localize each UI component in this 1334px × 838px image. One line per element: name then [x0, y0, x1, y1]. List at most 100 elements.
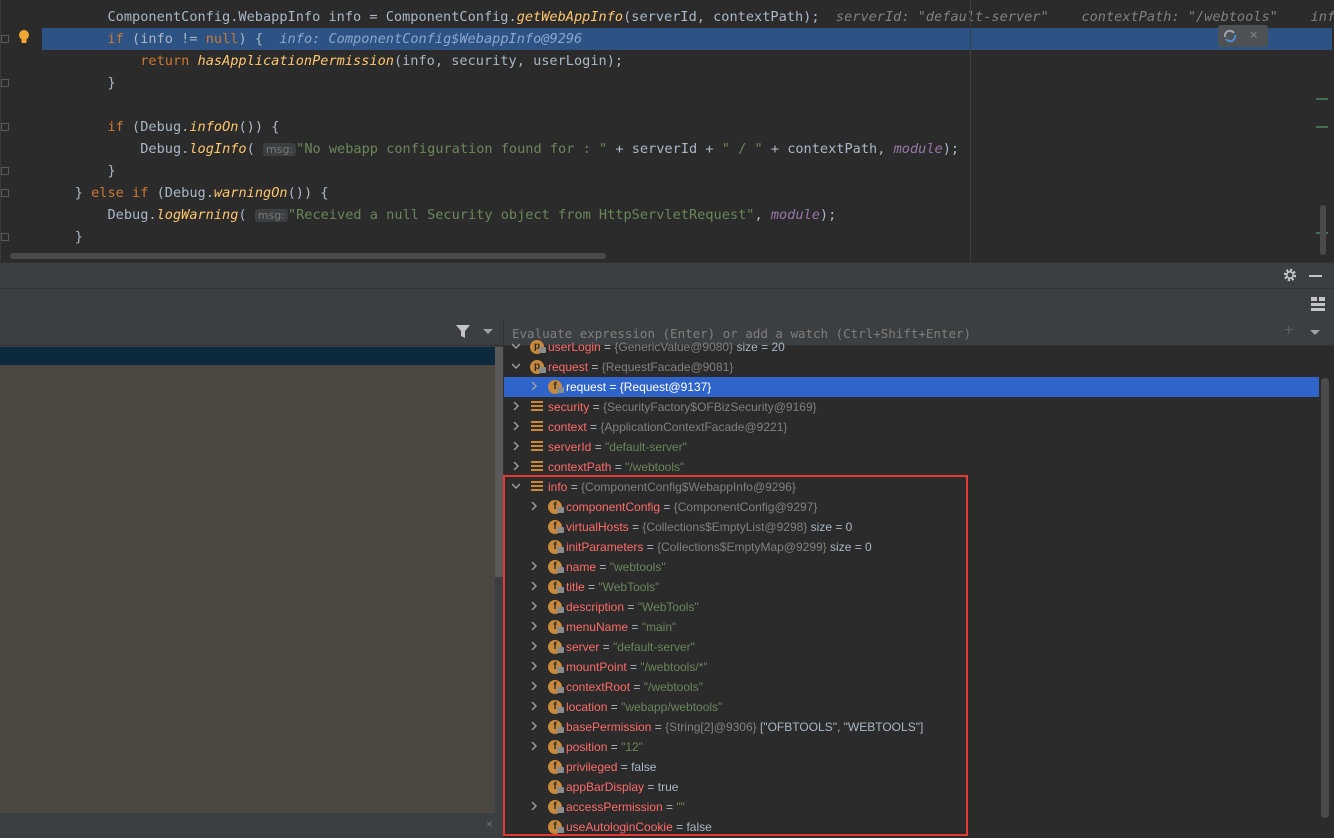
- variable-row[interactable]: serverId = "default-server": [504, 437, 1319, 457]
- variable-row[interactable]: f componentConfig = {ComponentConfig@9297…: [504, 497, 1319, 517]
- editor-scrollbar[interactable]: [1320, 205, 1326, 255]
- variable-row[interactable]: f useAutologinCookie = false: [504, 817, 1319, 837]
- frames-header: [0, 318, 503, 346]
- chevron-right-icon[interactable]: [530, 702, 538, 710]
- gear-icon[interactable]: [1282, 267, 1298, 283]
- chevron-right-icon[interactable]: [530, 382, 538, 390]
- variable-row[interactable]: f name = "webtools": [504, 557, 1319, 577]
- close-icon[interactable]: ×: [1250, 27, 1258, 42]
- chevron-right-icon[interactable]: [530, 622, 538, 630]
- chevron-right-icon[interactable]: [530, 562, 538, 570]
- variable-row[interactable]: f appBarDisplay = true: [504, 777, 1319, 797]
- fold-marker[interactable]: [1, 233, 9, 241]
- variable-name: security: [548, 400, 590, 414]
- variable-equals: =: [588, 360, 602, 374]
- lock-icon: [557, 667, 564, 673]
- variable-value: true: [657, 780, 679, 794]
- variable-row[interactable]: f accessPermission = "": [504, 797, 1319, 817]
- inline-debug-value: info:: [1310, 9, 1334, 25]
- variable-row[interactable]: f initParameters = {Collections$EmptyMap@…: [504, 537, 1319, 557]
- editor-horizontal-scrollbar[interactable]: [10, 253, 606, 259]
- variable-row[interactable]: security = {SecurityFactory$OFBizSecurit…: [504, 397, 1319, 417]
- chevron-right-icon[interactable]: [530, 602, 538, 610]
- chevron-right-icon[interactable]: [512, 422, 520, 430]
- fold-marker[interactable]: [1, 79, 9, 87]
- lightbulb-icon[interactable]: [18, 29, 30, 45]
- chevron-right-icon[interactable]: [512, 442, 520, 450]
- code-editor[interactable]: ComponentConfig.WebappInfo info = Compon…: [0, 0, 1334, 262]
- code-line[interactable]: if (Debug.infoOn()) {: [42, 116, 1332, 138]
- code-line[interactable]: ComponentConfig.WebappInfo info = Compon…: [42, 6, 1334, 28]
- chevron-right-icon[interactable]: [530, 662, 538, 670]
- chevron-right-icon[interactable]: [512, 402, 520, 410]
- frames-list[interactable]: [0, 365, 495, 813]
- variable-name: server: [566, 640, 600, 654]
- chevron-down-icon[interactable]: [512, 482, 520, 490]
- variable-name: location: [566, 700, 608, 714]
- variable-row[interactable]: f title = "WebTools": [504, 577, 1319, 597]
- frames-selected-row[interactable]: [0, 347, 495, 365]
- fold-marker[interactable]: [1, 189, 9, 197]
- chevron-right-icon[interactable]: [530, 502, 538, 510]
- variable-row[interactable]: p request = {RequestFacade@9081}: [504, 357, 1319, 377]
- layout-icon[interactable]: [1311, 297, 1325, 311]
- frames-footer: ×: [0, 815, 503, 838]
- variable-name: request: [566, 380, 607, 394]
- refresh-icon[interactable]: [1222, 28, 1238, 44]
- fold-marker[interactable]: [1, 167, 9, 175]
- chevron-right-icon[interactable]: [530, 742, 538, 750]
- variable-row[interactable]: f basePermission = {String[2]@9306} ["OFB…: [504, 717, 1319, 737]
- variable-equals: =: [600, 340, 615, 354]
- variable-value: "/webtools": [643, 680, 703, 694]
- chevron-right-icon[interactable]: [530, 582, 538, 590]
- fold-marker[interactable]: [1, 123, 9, 131]
- chevron-down-icon[interactable]: [1310, 330, 1320, 335]
- chevron-right-icon[interactable]: [530, 642, 538, 650]
- code-line[interactable]: return hasApplicationPermission(info, se…: [42, 50, 1332, 72]
- filter-icon[interactable]: [456, 325, 470, 339]
- lock-icon: [557, 827, 564, 833]
- variables-tree[interactable]: p userLogin = {GenericValue@9080} size = …: [504, 340, 1334, 838]
- frames-scrollbar[interactable]: [495, 347, 503, 577]
- chevron-down-icon[interactable]: [512, 342, 520, 350]
- lock-icon: [557, 647, 564, 653]
- code-line[interactable]: Debug.logInfo( msg: "No webapp configurat…: [42, 138, 1332, 160]
- chevron-right-icon[interactable]: [530, 682, 538, 690]
- chevron-right-icon[interactable]: [530, 722, 538, 730]
- variable-row[interactable]: contextPath = "/webtools": [504, 457, 1319, 477]
- variable-row[interactable]: f menuName = "main": [504, 617, 1319, 637]
- debug-toolbar: [0, 288, 1334, 318]
- code-line-current[interactable]: if (info != null) { info: ComponentConfi…: [42, 28, 1332, 50]
- chevron-right-icon[interactable]: [512, 462, 520, 470]
- variable-row[interactable]: context = {ApplicationContextFacade@9221…: [504, 417, 1319, 437]
- variable-equals: =: [628, 620, 642, 634]
- chevron-right-icon[interactable]: [530, 802, 538, 810]
- code-line[interactable]: Debug.logWarning( msg: "Received a null S…: [42, 204, 1332, 226]
- fold-marker[interactable]: [1, 35, 9, 43]
- variable-row[interactable]: f location = "webapp/webtools": [504, 697, 1319, 717]
- variable-value: "main": [641, 620, 677, 634]
- variable-row[interactable]: f contextRoot = "/webtools": [504, 677, 1319, 697]
- debugger-float-toolbar[interactable]: ×: [1218, 25, 1268, 47]
- code-line[interactable]: } else if (Debug.warningOn()) {: [42, 182, 1332, 204]
- chevron-down-icon[interactable]: [512, 362, 520, 370]
- variable-row[interactable]: info = {ComponentConfig$WebappInfo@9296}: [504, 477, 1319, 497]
- code-line[interactable]: }: [42, 160, 1332, 182]
- code-line[interactable]: }: [42, 226, 1332, 248]
- variable-row[interactable]: f privileged = false: [504, 757, 1319, 777]
- variable-row[interactable]: f position = "12": [504, 737, 1319, 757]
- minimize-icon[interactable]: [1309, 275, 1322, 277]
- close-icon[interactable]: ×: [486, 817, 493, 831]
- code-line[interactable]: }: [42, 72, 1332, 94]
- variable-name: description: [566, 600, 625, 614]
- variable-row[interactable]: f virtualHosts = {Collections$EmptyList@9…: [504, 517, 1319, 537]
- variable-row[interactable]: f description = "WebTools": [504, 597, 1319, 617]
- variable-row[interactable]: f request = {Request@9137}: [504, 377, 1319, 397]
- chevron-down-icon[interactable]: [483, 329, 493, 334]
- editor-gutter[interactable]: [0, 0, 42, 262]
- variable-name: title: [566, 580, 585, 594]
- variable-row[interactable]: p userLogin = {GenericValue@9080} size = …: [504, 337, 1319, 357]
- variable-row[interactable]: f mountPoint = "/webtools/*": [504, 657, 1319, 677]
- variables-scrollbar[interactable]: [1321, 378, 1329, 818]
- variable-row[interactable]: f server = "default-server": [504, 637, 1319, 657]
